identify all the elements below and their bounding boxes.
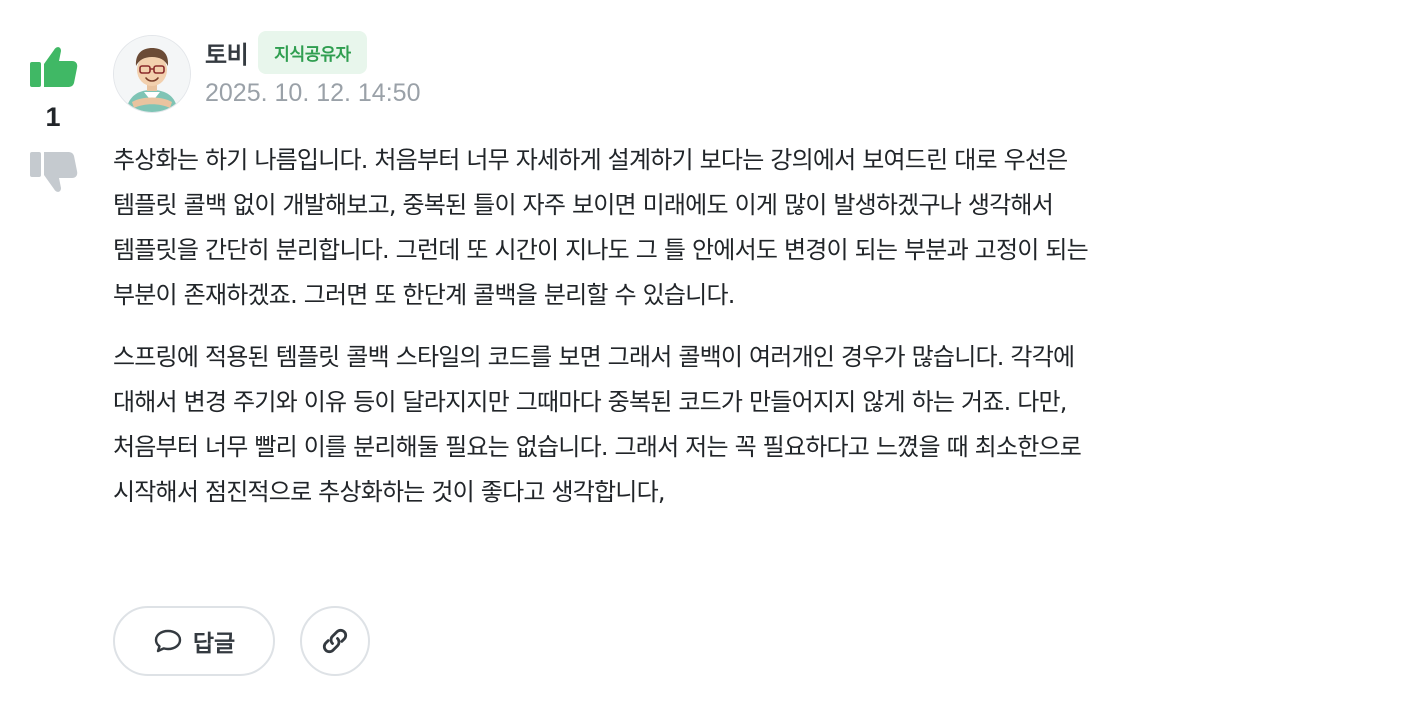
avatar[interactable]: [113, 35, 191, 113]
avatar-illustration: [114, 36, 190, 112]
author-row: 토비 지식공유자: [205, 31, 367, 74]
vote-count: 1: [45, 102, 61, 132]
copy-link-button[interactable]: [300, 606, 370, 676]
comment-body: 추상화는 하기 나름입니다. 처음부터 너무 자세하게 설계하기 보다는 강의에…: [113, 138, 1383, 532]
comment-actions: 답글: [113, 606, 370, 676]
timestamp: 2025. 10. 12. 14:50: [205, 79, 421, 107]
comment-paragraph: 추상화는 하기 나름입니다. 처음부터 너무 자세하게 설계하기 보다는 강의에…: [113, 146, 1089, 309]
author-name[interactable]: 토비: [205, 35, 249, 70]
thumbs-down-icon: [30, 152, 78, 192]
dislike-button[interactable]: [27, 147, 79, 199]
author-badge: 지식공유자: [258, 31, 367, 74]
like-button[interactable]: [27, 40, 79, 92]
comment-paragraph: 스프링에 적용된 템플릿 콜백 스타일의 코드를 보면 그래서 콜백이 여러개인…: [113, 343, 1082, 506]
thumbs-up-icon: [30, 47, 78, 87]
comment-card: 1 토비 지식공유자 2025. 10. 12. 14:50 추상화는 하기 나…: [0, 0, 1404, 708]
speech-bubble-icon: [154, 629, 182, 653]
link-icon: [322, 628, 348, 654]
reply-button[interactable]: 답글: [113, 606, 275, 676]
vote-column: 1: [22, 40, 84, 199]
reply-label: 답글: [192, 631, 236, 657]
